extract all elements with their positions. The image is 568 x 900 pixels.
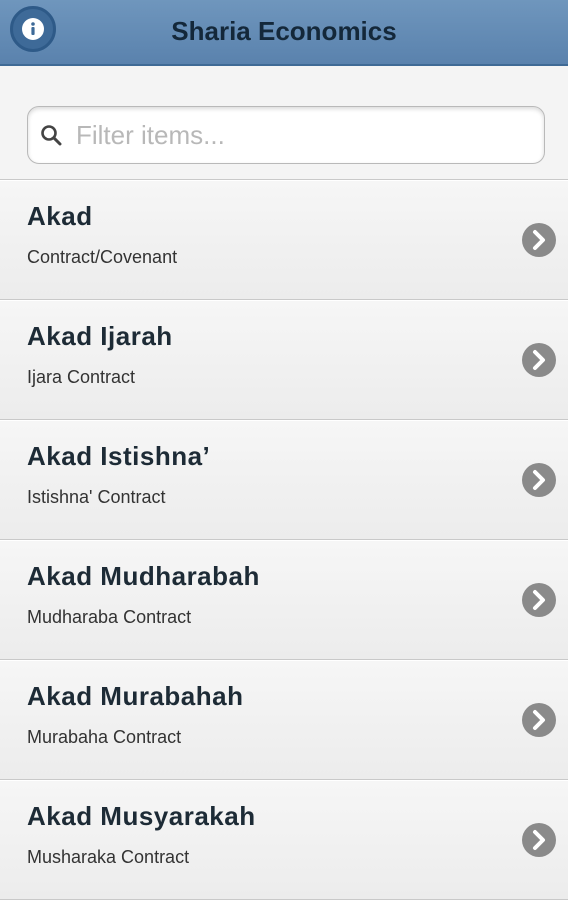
search-field[interactable] bbox=[27, 106, 545, 164]
app-header: Sharia Economics bbox=[0, 0, 568, 66]
page-title: Sharia Economics bbox=[171, 16, 397, 46]
list-item[interactable]: Akad Istishna’ Istishna' Contract bbox=[0, 420, 568, 540]
item-title: Akad Ijarah bbox=[27, 321, 173, 351]
chevron-right-icon bbox=[522, 703, 556, 737]
item-title: Akad bbox=[27, 201, 93, 231]
list-item[interactable]: Akad Musyarakah Musharaka Contract bbox=[0, 780, 568, 900]
list-item[interactable]: Akad Ijarah Ijara Contract bbox=[0, 300, 568, 420]
item-title: Akad Mudharabah bbox=[27, 561, 260, 591]
item-subtitle: Mudharaba Contract bbox=[27, 607, 192, 627]
item-subtitle: Musharaka Contract bbox=[27, 847, 190, 867]
item-list: Akad Contract/Covenant Akad Ijarah Ijara… bbox=[0, 180, 568, 900]
chevron-right-icon bbox=[522, 223, 556, 257]
item-subtitle: Murabaha Contract bbox=[27, 727, 182, 747]
chevron-right-icon bbox=[522, 343, 556, 377]
item-title: Akad Istishna’ bbox=[27, 441, 211, 471]
item-subtitle: Istishna' Contract bbox=[27, 487, 166, 507]
search-input[interactable] bbox=[74, 118, 498, 152]
chevron-right-icon bbox=[522, 463, 556, 497]
search-bar bbox=[0, 66, 568, 180]
item-title: Akad Murabahah bbox=[27, 681, 244, 711]
list-item[interactable]: Akad Mudharabah Mudharaba Contract bbox=[0, 540, 568, 660]
list-item[interactable]: Akad Murabahah Murabaha Contract bbox=[0, 660, 568, 780]
search-icon bbox=[41, 125, 62, 146]
list-item[interactable]: Akad Contract/Covenant bbox=[0, 180, 568, 300]
chevron-right-icon bbox=[522, 823, 556, 857]
chevron-right-icon bbox=[522, 583, 556, 617]
item-title: Akad Musyarakah bbox=[27, 801, 256, 831]
item-subtitle: Contract/Covenant bbox=[27, 247, 178, 267]
item-subtitle: Ijara Contract bbox=[27, 367, 136, 387]
